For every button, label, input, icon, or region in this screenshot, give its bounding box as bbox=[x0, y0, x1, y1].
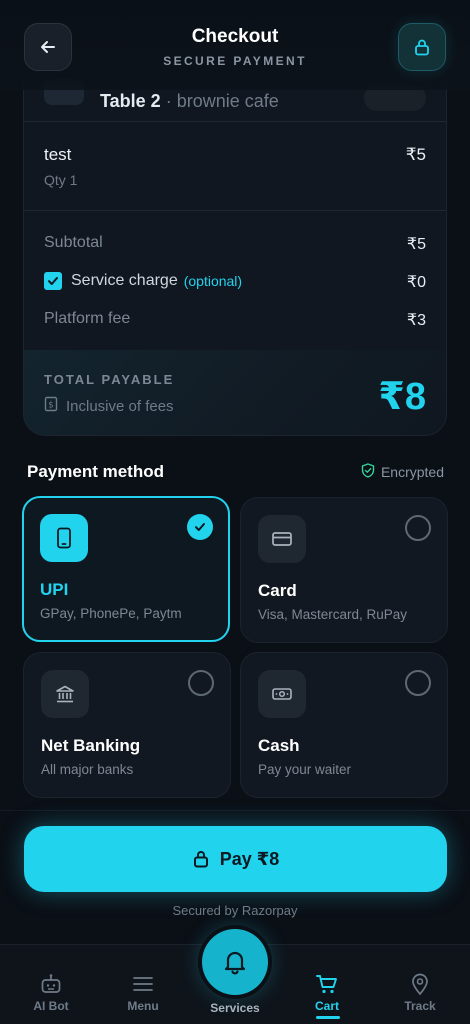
service-charge-optional: (optional) bbox=[183, 273, 243, 289]
pay-button-label: Pay ₹8 bbox=[219, 848, 280, 869]
nav-item-track[interactable]: Track bbox=[373, 945, 467, 1024]
pay-button[interactable]: Pay ₹8 bbox=[24, 826, 447, 892]
payment-option-name: Card bbox=[258, 581, 297, 600]
subtotal-label: Subtotal bbox=[44, 234, 103, 251]
phone-icon bbox=[40, 514, 88, 562]
services-button[interactable] bbox=[202, 929, 268, 995]
secure-lock-button[interactable] bbox=[398, 23, 446, 71]
lock-icon bbox=[192, 849, 210, 869]
services-label: Services bbox=[210, 1001, 260, 1015]
item-name: test bbox=[44, 145, 72, 164]
receipt-icon: $ bbox=[44, 396, 58, 416]
payment-option-cash[interactable]: Cash Pay your waiter bbox=[240, 652, 448, 798]
divider bbox=[24, 210, 446, 211]
service-charge-value: ₹0 bbox=[406, 274, 426, 291]
payment-option-netbanking[interactable]: Net Banking All major banks bbox=[23, 652, 231, 798]
payment-option-desc: All major banks bbox=[41, 762, 134, 777]
service-charge-label: Service charge bbox=[71, 272, 178, 289]
total-label: TOTAL PAYABLE bbox=[44, 372, 175, 387]
payment-option-card[interactable]: Card Visa, Mastercard, RuPay bbox=[240, 497, 448, 643]
service-charge-checkbox[interactable] bbox=[44, 272, 62, 290]
menu-icon bbox=[132, 971, 154, 997]
payment-option-upi[interactable]: UPI GPay, PhonePe, Paytm bbox=[22, 496, 230, 642]
restaurant-name: brownie cafe bbox=[176, 91, 279, 111]
nav-item-menu[interactable]: Menu bbox=[96, 945, 190, 1024]
table-name: Table 2 bbox=[100, 91, 161, 111]
encrypted-badge: Encrypted bbox=[361, 463, 444, 481]
active-tab-indicator bbox=[316, 1016, 340, 1019]
lock-icon bbox=[415, 39, 429, 56]
svg-text:$: $ bbox=[48, 401, 53, 411]
nav-item-ai-bot[interactable]: AI Bot bbox=[4, 945, 98, 1024]
table-separator: · bbox=[160, 91, 177, 111]
item-price: ₹5 bbox=[405, 145, 426, 164]
payment-option-desc: GPay, PhonePe, Paytm bbox=[40, 606, 182, 621]
service-charge-row: Service charge (optional) bbox=[44, 272, 242, 290]
card-icon bbox=[258, 515, 306, 563]
check-icon bbox=[195, 523, 205, 531]
item-qty: Qty 1 bbox=[44, 172, 78, 188]
radio-unselected[interactable] bbox=[405, 515, 431, 541]
robot-icon bbox=[39, 971, 63, 997]
cash-icon bbox=[258, 670, 306, 718]
radio-unselected[interactable] bbox=[405, 670, 431, 696]
payment-option-desc: Pay your waiter bbox=[258, 762, 352, 777]
radio-selected[interactable] bbox=[187, 514, 213, 540]
payment-option-name: Net Banking bbox=[41, 736, 141, 755]
subtotal-value: ₹5 bbox=[406, 236, 426, 253]
header: Checkout SECURE PAYMENT bbox=[0, 0, 470, 90]
platform-fee-label: Platform fee bbox=[44, 310, 131, 327]
bell-icon bbox=[224, 951, 246, 975]
total-note: $ Inclusive of fees bbox=[44, 396, 174, 416]
total-payable-section: TOTAL PAYABLE $ Inclusive of fees ₹8 bbox=[24, 350, 446, 435]
secured-by-text: Secured by Razorpay bbox=[172, 903, 298, 918]
payment-method-title: Payment method bbox=[27, 462, 164, 481]
bank-icon bbox=[41, 670, 89, 718]
cart-icon bbox=[315, 971, 339, 997]
payment-option-name: UPI bbox=[40, 580, 69, 599]
shield-check-icon bbox=[361, 463, 375, 481]
payment-option-name: Cash bbox=[258, 736, 300, 755]
checkout-screen: Table 2 · brownie cafe test Qty 1 ₹5 Sub… bbox=[0, 0, 470, 1024]
check-icon bbox=[48, 277, 58, 285]
radio-unselected[interactable] bbox=[188, 670, 214, 696]
platform-fee-value: ₹3 bbox=[406, 312, 426, 329]
total-amount: ₹8 bbox=[378, 376, 426, 418]
location-pin-icon bbox=[409, 971, 431, 997]
payment-option-desc: Visa, Mastercard, RuPay bbox=[258, 607, 408, 622]
order-summary-card: Table 2 · brownie cafe test Qty 1 ₹5 Sub… bbox=[23, 60, 447, 436]
divider bbox=[24, 121, 446, 122]
nav-item-cart[interactable]: Cart bbox=[280, 945, 374, 1024]
